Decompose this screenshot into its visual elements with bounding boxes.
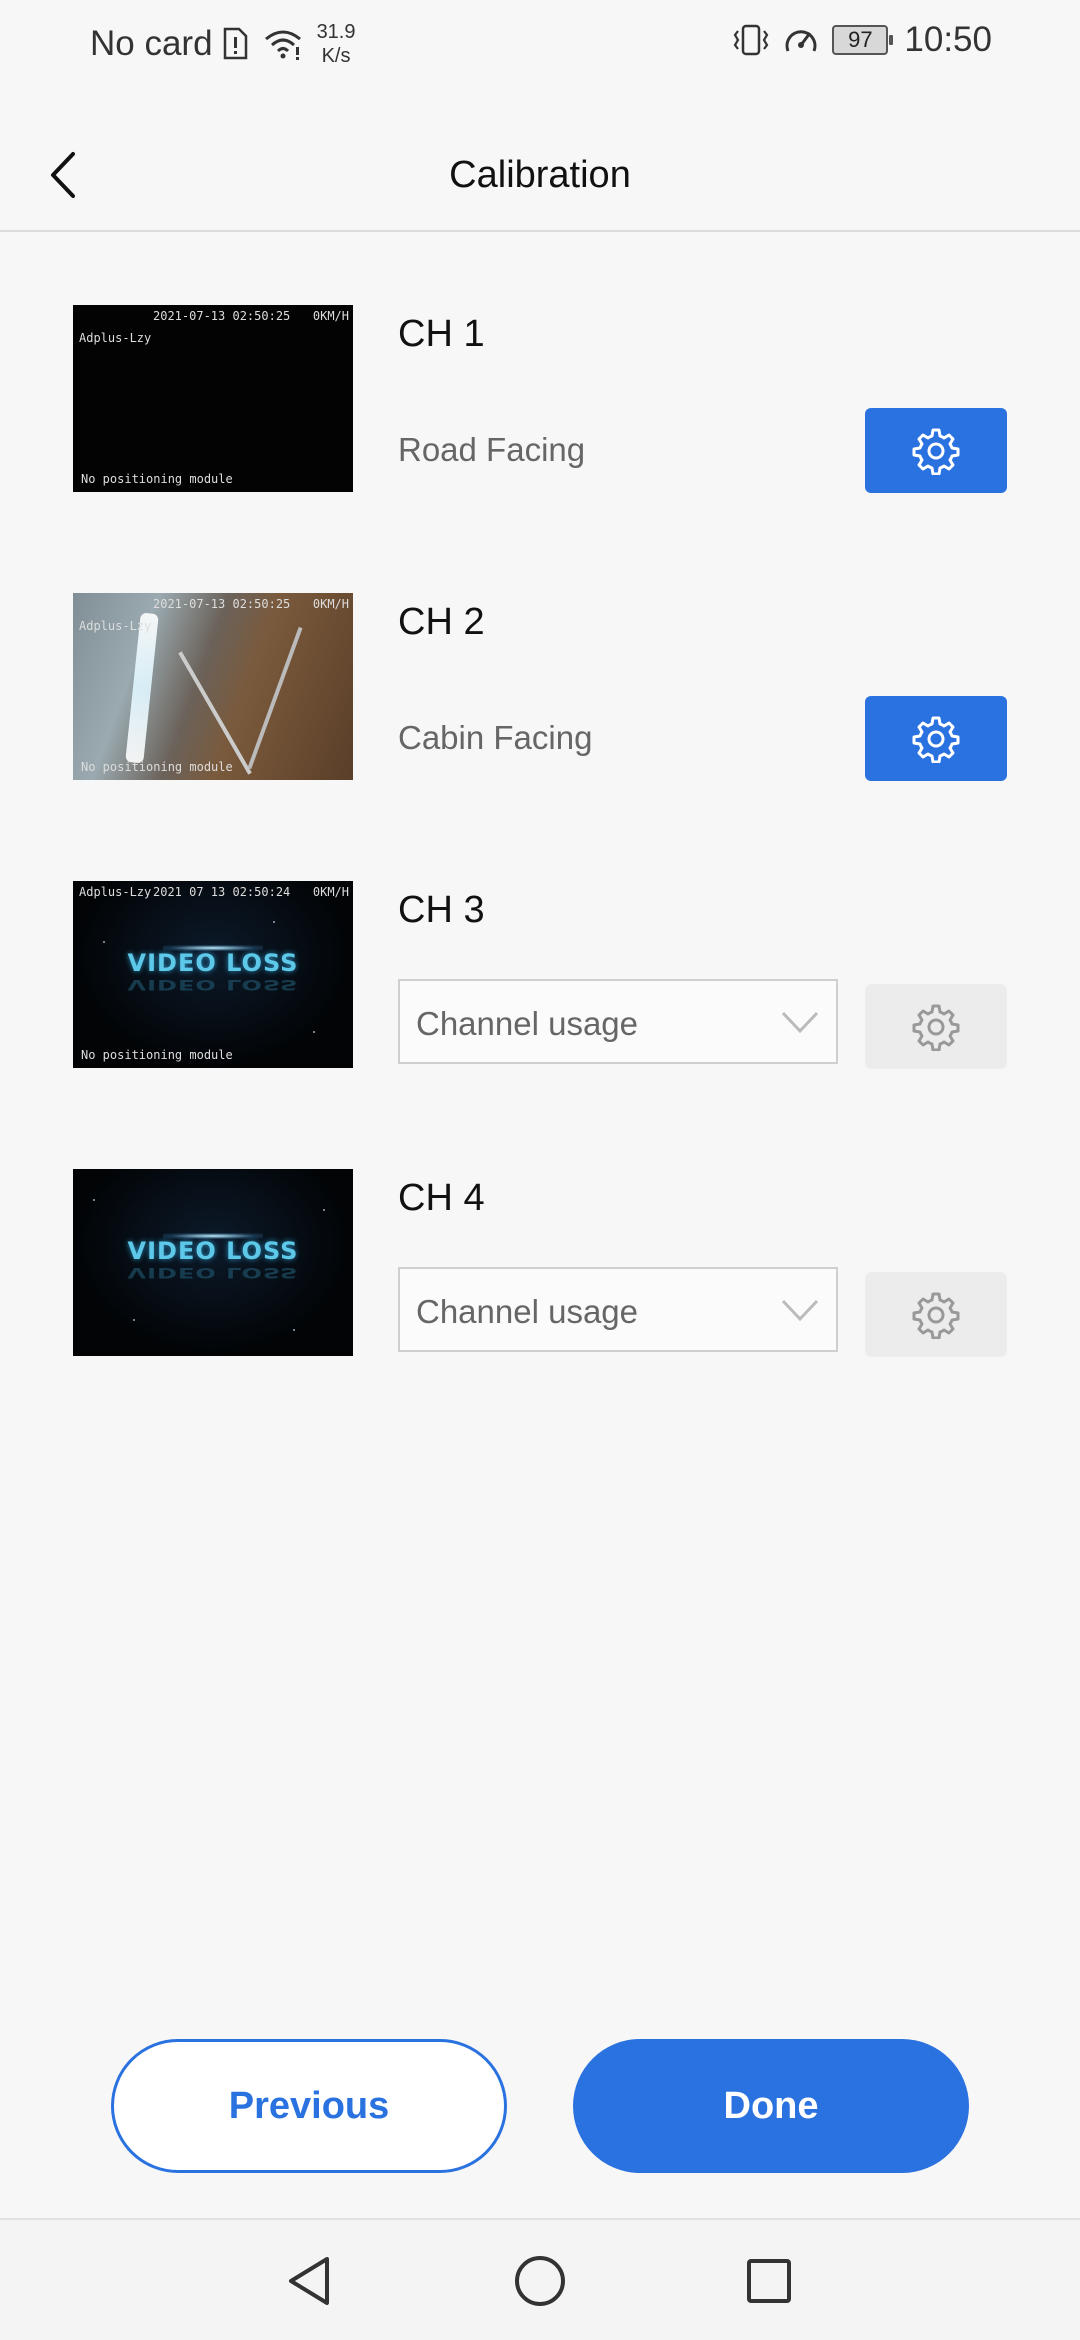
channel-list: 2021-07-13 02:50:25 0KM/H Adplus-Lzy No … bbox=[0, 305, 1080, 1457]
carrier-text: No card bbox=[90, 24, 213, 63]
speed-gauge-icon bbox=[785, 30, 817, 52]
channel-preview-1[interactable]: 2021-07-13 02:50:25 0KM/H Adplus-Lzy No … bbox=[73, 305, 353, 492]
channel-usage-select[interactable]: Channel usage bbox=[398, 979, 838, 1064]
preview-image-detail bbox=[273, 921, 275, 923]
channel-label: CH 3 bbox=[398, 889, 485, 931]
video-loss-text: VIDEO LOSS bbox=[127, 949, 299, 977]
channel-settings-button[interactable] bbox=[865, 1272, 1007, 1357]
chevron-down-icon bbox=[781, 1299, 819, 1322]
preview-device-name: Adplus-Lzy bbox=[79, 619, 152, 633]
system-nav-bar bbox=[0, 2218, 1080, 2340]
chevron-down-icon bbox=[781, 1011, 819, 1034]
gear-icon bbox=[912, 716, 960, 763]
video-loss-reflection: VIDEO LOSS bbox=[127, 976, 299, 994]
channel-row-3: Adplus-Lzy 2021 07 13 02:50:24 0KM/H VID… bbox=[0, 881, 1080, 1169]
preview-image-detail bbox=[125, 612, 159, 764]
previous-button[interactable]: Previous bbox=[111, 2039, 507, 2173]
channel-row-2: 2021-07-13 02:50:25 0KM/H Adplus-Lzy No … bbox=[0, 593, 1080, 881]
preview-timestamp: 2021 07 13 02:50:24 bbox=[153, 885, 291, 899]
sim-alert-icon bbox=[223, 27, 247, 60]
channel-settings-button[interactable] bbox=[865, 984, 1007, 1069]
battery-indicator: 97 bbox=[832, 25, 894, 55]
channel-usage-placeholder: Channel usage bbox=[416, 1293, 639, 1330]
nav-back-button[interactable] bbox=[278, 2250, 340, 2312]
network-speed-value: 31.9 bbox=[316, 21, 356, 43]
channel-settings-button[interactable] bbox=[865, 696, 1007, 781]
preview-image-detail bbox=[247, 626, 303, 770]
preview-timestamp: 2021-07-13 02:50:25 bbox=[153, 309, 291, 323]
circle-home-icon bbox=[515, 2256, 565, 2306]
square-recents-icon bbox=[747, 2259, 791, 2303]
preview-speed: 0KM/H bbox=[312, 309, 349, 323]
channel-usage: Cabin Facing bbox=[398, 719, 593, 756]
channel-label: CH 4 bbox=[398, 1177, 485, 1219]
channel-row-4: VIDEO LOSS VIDEO LOSS CH 4 Channel usage bbox=[0, 1169, 1080, 1457]
gear-icon bbox=[912, 1004, 960, 1051]
channel-label: CH 2 bbox=[398, 601, 485, 643]
preview-timestamp: 2021-07-13 02:50:25 bbox=[153, 597, 291, 611]
preview-status: No positioning module bbox=[81, 1048, 233, 1062]
video-loss-text: VIDEO LOSS bbox=[127, 1237, 299, 1265]
channel-usage-placeholder: Channel usage bbox=[416, 1005, 639, 1042]
gear-icon bbox=[912, 428, 960, 475]
video-loss-reflection: VIDEO LOSS bbox=[127, 1264, 299, 1282]
network-speed: 31.9 K/s bbox=[317, 20, 356, 68]
preview-image-detail bbox=[103, 941, 105, 943]
preview-image-detail bbox=[178, 651, 252, 775]
vibrate-icon bbox=[734, 24, 769, 56]
page-title: Calibration bbox=[449, 154, 631, 196]
gear-icon bbox=[912, 1292, 960, 1339]
preview-image-detail bbox=[323, 1209, 325, 1211]
clock: 10:50 bbox=[904, 20, 992, 59]
preview-status: No positioning module bbox=[81, 472, 233, 486]
channel-settings-button[interactable] bbox=[865, 408, 1007, 493]
network-speed-unit: K/s bbox=[321, 45, 351, 67]
channel-usage: Road Facing bbox=[398, 431, 586, 468]
channel-preview-2[interactable]: 2021-07-13 02:50:25 0KM/H Adplus-Lzy No … bbox=[73, 593, 353, 780]
channel-row-1: 2021-07-13 02:50:25 0KM/H Adplus-Lzy No … bbox=[0, 305, 1080, 593]
preview-status: No positioning module bbox=[81, 760, 233, 774]
preview-image-detail bbox=[293, 1329, 295, 1331]
preview-image-detail bbox=[93, 1199, 95, 1201]
nav-home-button[interactable] bbox=[509, 2250, 571, 2312]
preview-device-name: Adplus-Lzy bbox=[79, 331, 152, 345]
triangle-back-icon bbox=[289, 2257, 329, 2305]
preview-device-name: Adplus-Lzy bbox=[79, 885, 152, 899]
channel-preview-3[interactable]: Adplus-Lzy 2021 07 13 02:50:24 0KM/H VID… bbox=[73, 881, 353, 1068]
preview-speed: 0KM/H bbox=[312, 597, 349, 611]
channel-usage-select[interactable]: Channel usage bbox=[398, 1267, 838, 1352]
channel-preview-4[interactable]: VIDEO LOSS VIDEO LOSS bbox=[73, 1169, 353, 1356]
preview-image-detail bbox=[133, 1319, 135, 1321]
app-header: Calibration bbox=[0, 120, 1080, 232]
channel-label: CH 1 bbox=[398, 313, 485, 355]
preview-speed: 0KM/H bbox=[312, 885, 349, 899]
wifi-icon bbox=[264, 30, 301, 60]
done-button[interactable]: Done bbox=[573, 2039, 969, 2173]
nav-recents-button[interactable] bbox=[738, 2250, 800, 2312]
preview-image-detail bbox=[313, 1031, 315, 1033]
status-bar: No card 31.9 K/s 97 10:50 bbox=[0, 0, 1080, 84]
